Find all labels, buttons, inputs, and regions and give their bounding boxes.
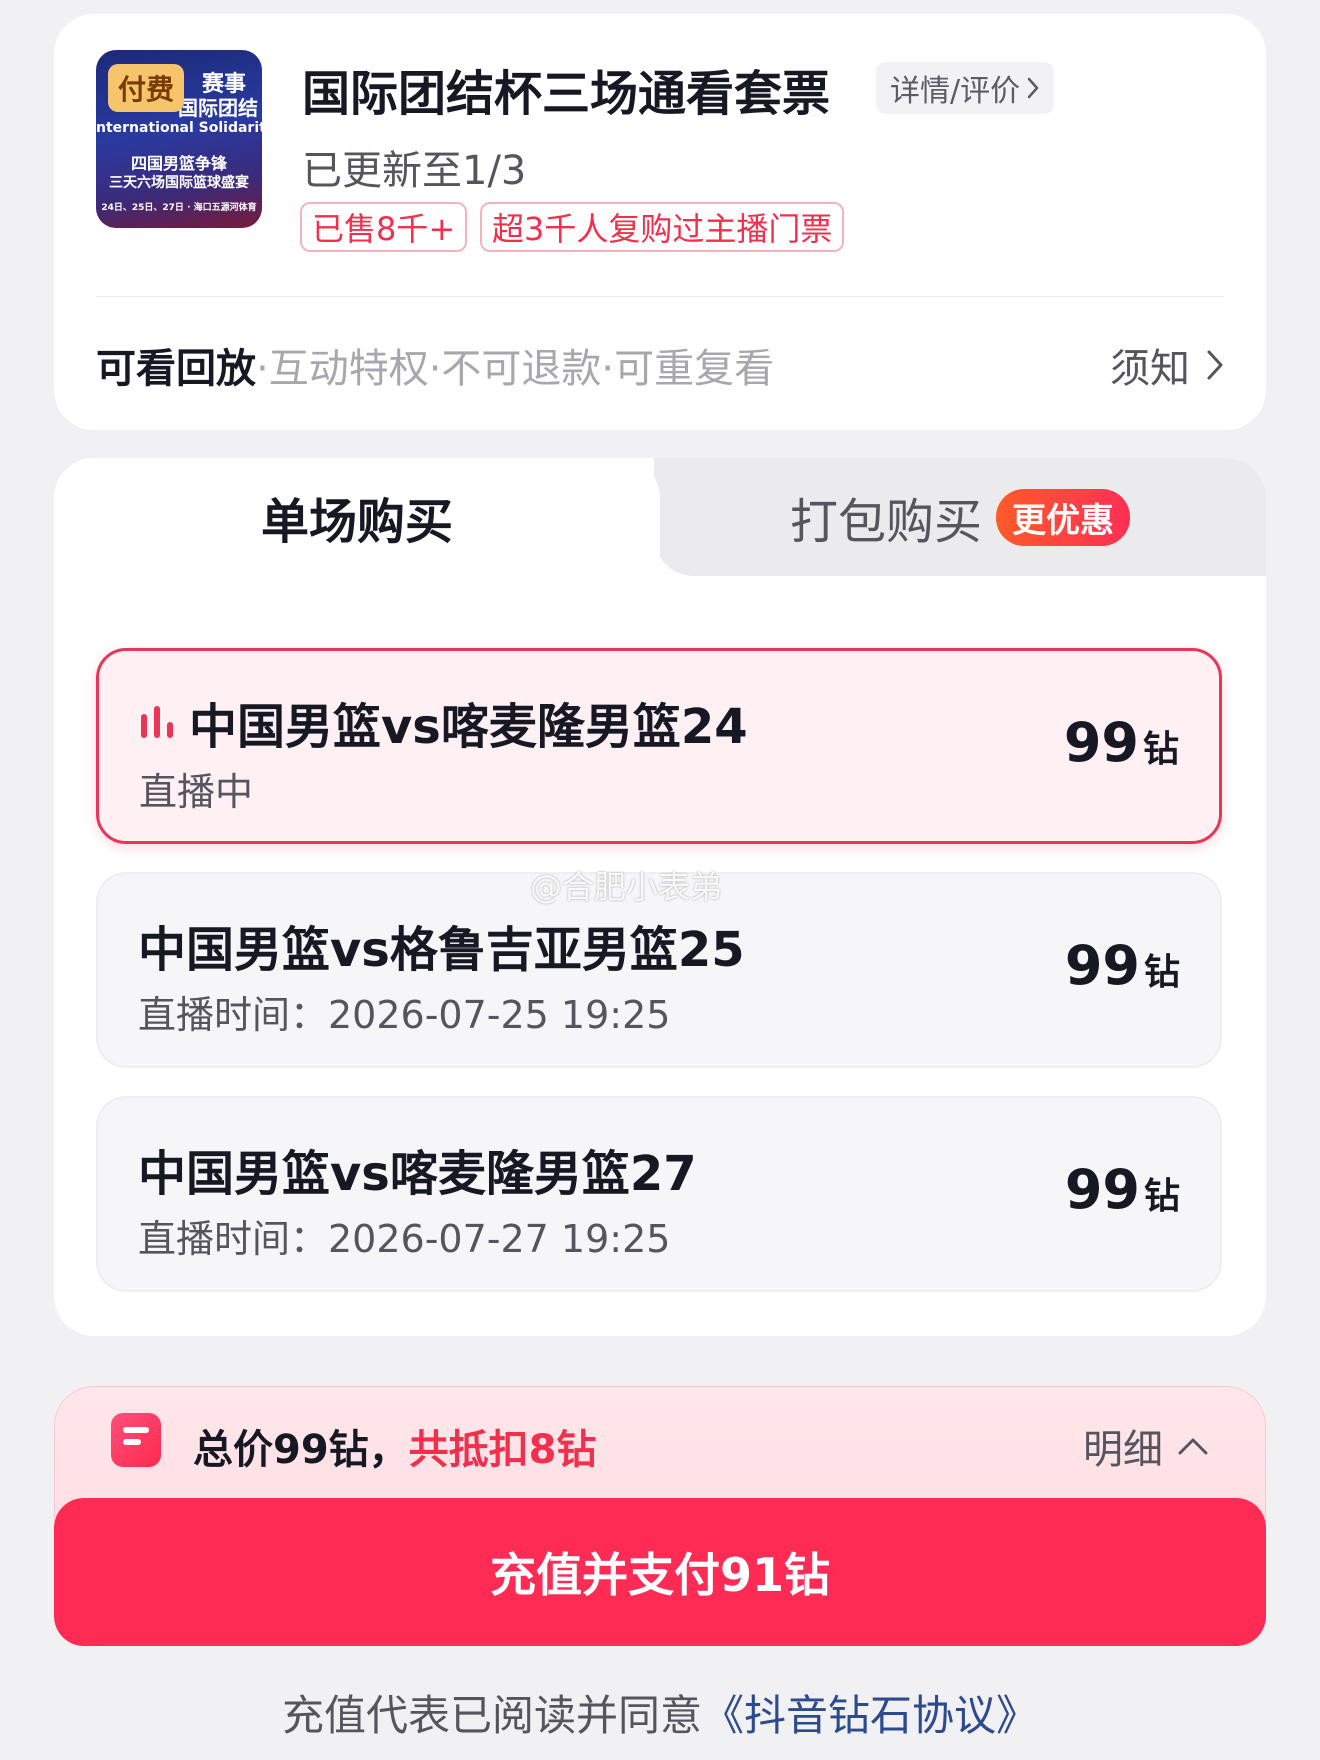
- tab-single-purchase[interactable]: 单场购买: [54, 458, 660, 576]
- purchase-tabs: 打包购买 更优惠 单场购买: [54, 458, 1266, 576]
- notice-label: 须知: [1110, 346, 1190, 392]
- session-price: 99 钻: [1064, 711, 1179, 774]
- deduct-label: 共抵扣8钻: [408, 1427, 597, 1473]
- session-item[interactable]: 中国男篮vs喀麦隆男篮27 直播时间：2026-07-27 19:25 99 钻: [96, 1096, 1222, 1292]
- session-status: 直播中: [139, 770, 254, 814]
- session-time: 直播时间：2026-07-25 19:25: [138, 993, 671, 1037]
- feature-replay: 可看回放: [96, 346, 256, 392]
- session-name: 中国男篮vs喀麦隆男篮24: [189, 699, 748, 755]
- session-name: 中国男篮vs格鲁吉亚男篮25: [138, 922, 745, 978]
- session-price: 99 钻: [1065, 1158, 1180, 1221]
- chevron-right-icon: [1027, 77, 1039, 99]
- chevron-right-icon: [1207, 350, 1223, 380]
- update-status: 已更新至1/3: [302, 148, 527, 194]
- feature-other: ·互动特权·不可退款·可重复看: [256, 346, 775, 392]
- price-unit: 钻: [1143, 952, 1180, 993]
- price-value: 99: [1063, 711, 1139, 774]
- session-name-row: 中国男篮vs喀麦隆男篮24: [139, 687, 748, 757]
- thumbnail-text: 24日、25日、27日 · 海口五源河体育: [101, 203, 257, 213]
- feature-list: 可看回放·互动特权·不可退款·可重复看: [96, 336, 774, 394]
- session-price: 99 钻: [1065, 934, 1180, 997]
- ticket-thumbnail[interactable]: 赛事 国际团结 nternational Solidarity Cu 四国男篮争…: [96, 50, 262, 228]
- pay-button[interactable]: 充值并支付91钻: [54, 1498, 1266, 1646]
- price-unit: 钻: [1142, 729, 1179, 770]
- total-price: 总价99钻，共抵扣8钻: [193, 1417, 597, 1475]
- thumbnail-text: 三天六场国际篮球盛宴: [109, 175, 249, 191]
- sold-count-tag: 已售8千+: [300, 202, 468, 252]
- detail-review-button[interactable]: 详情/评价: [876, 62, 1055, 114]
- tab-bundle-label: 打包购买: [789, 494, 982, 550]
- discount-badge: 更优惠: [996, 488, 1130, 546]
- price-unit: 钻: [1143, 1176, 1180, 1217]
- session-item[interactable]: 中国男篮vs喀麦隆男篮24 直播中 99 钻: [96, 648, 1222, 844]
- live-bars-icon: [141, 706, 173, 738]
- price-value: 99: [1064, 934, 1140, 997]
- thumbnail-text: 四国男篮争锋: [130, 154, 227, 173]
- ticket-info-card: 赛事 国际团结 nternational Solidarity Cu 四国男篮争…: [54, 14, 1266, 430]
- repurchase-tag: 超3千人复购过主播门票: [480, 202, 845, 252]
- breakdown-label: 明细: [1083, 1427, 1163, 1473]
- detail-review-label: 详情/评价: [890, 74, 1021, 109]
- agreement-link[interactable]: 《抖音钻石协议》: [702, 1691, 1038, 1740]
- notice-link[interactable]: 须知: [1110, 336, 1224, 394]
- chevron-up-icon: [1178, 1438, 1208, 1455]
- price-value: 99: [1064, 1158, 1140, 1221]
- tab-bundle-purchase[interactable]: 打包购买 更优惠: [654, 458, 1266, 576]
- douyin-pay-icon: [111, 1413, 161, 1467]
- agreement-text: 充值代表已阅读并同意《抖音钻石协议》: [0, 1682, 1320, 1743]
- session-time: 直播时间：2026-07-27 19:25: [138, 1217, 671, 1261]
- paid-badge: 付费: [108, 64, 185, 112]
- agreement-prefix: 充值代表已阅读并同意: [281, 1691, 702, 1740]
- ticket-title: 国际团结杯三场通看套票: [302, 66, 831, 122]
- total-label: 总价99钻，: [193, 1427, 409, 1473]
- session-name: 中国男篮vs喀麦隆男篮27: [138, 1146, 697, 1202]
- watermark: @合肥小表弟: [530, 868, 723, 906]
- breakdown-toggle[interactable]: 明细: [1083, 1417, 1209, 1475]
- divider: [96, 296, 1224, 297]
- thumbnail-text: nternational Solidarity Cu: [96, 120, 262, 136]
